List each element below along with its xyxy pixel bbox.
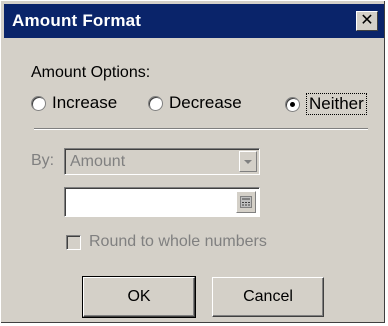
radio-neither[interactable]: Neither — [285, 93, 367, 115]
by-label: By: — [31, 152, 55, 169]
radio-increase-indicator[interactable] — [31, 95, 46, 111]
cancel-button[interactable]: Cancel — [212, 277, 324, 317]
title-bar[interactable]: Amount Format ✕ — [4, 4, 384, 38]
dialog-title: Amount Format — [12, 11, 142, 30]
round-checkbox-row[interactable]: Round to whole numbers — [66, 233, 267, 251]
radio-increase[interactable]: Increase — [31, 93, 117, 113]
radio-increase-label: Increase — [52, 93, 118, 112]
chevron-down-icon[interactable] — [239, 151, 257, 172]
radio-decrease-label: Decrease — [169, 93, 242, 112]
ok-button[interactable]: OK — [82, 276, 196, 318]
calculator-icon — [240, 196, 252, 208]
radio-decrease-indicator[interactable] — [148, 95, 163, 111]
radio-neither-indicator[interactable] — [285, 96, 300, 112]
radio-decrease[interactable]: Decrease — [148, 93, 242, 113]
amount-format-dialog: Amount Format ✕ Amount Options: Increase… — [0, 0, 386, 324]
amount-options-label: Amount Options: — [31, 64, 151, 81]
close-button[interactable]: ✕ — [356, 11, 378, 31]
round-checkbox-label: Round to whole numbers — [89, 233, 267, 250]
amount-input[interactable] — [64, 187, 260, 217]
separator — [34, 128, 368, 130]
round-checkbox[interactable] — [66, 234, 81, 250]
calculator-button[interactable] — [236, 191, 256, 213]
by-select[interactable]: Amount — [64, 148, 260, 175]
close-icon: ✕ — [360, 12, 374, 29]
radio-neither-label: Neither — [306, 93, 367, 115]
by-select-value: Amount — [70, 153, 126, 170]
